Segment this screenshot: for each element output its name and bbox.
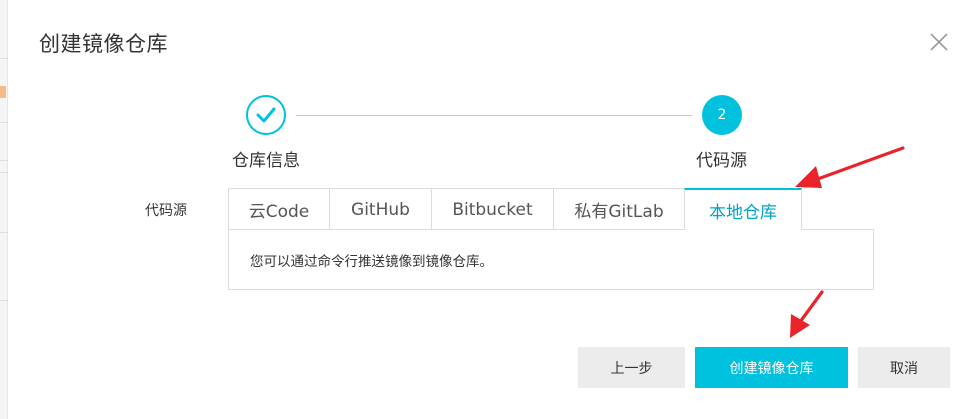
tab-panel: 您可以通过命令行推送镜像到镜像仓库。 xyxy=(228,229,874,290)
tab-private-gitlab[interactable]: 私有GitLab xyxy=(553,188,685,230)
check-icon xyxy=(256,107,276,123)
source-tabs: 云Code GitHub Bitbucket 私有GitLab 本地仓库 xyxy=(228,188,802,230)
step-2-label: 代码源 xyxy=(696,151,747,171)
step-1-indicator xyxy=(246,95,286,135)
panel-description: 您可以通过命令行推送镜像到镜像仓库。 xyxy=(250,254,493,270)
previous-step-button[interactable]: 上一步 xyxy=(578,347,685,388)
annotation-arrow-to-tab xyxy=(795,146,905,188)
tab-bitbucket[interactable]: Bitbucket xyxy=(431,188,554,230)
cancel-button[interactable]: 取消 xyxy=(858,347,950,388)
close-icon[interactable] xyxy=(928,31,950,53)
annotation-arrow-to-create xyxy=(790,290,824,338)
step-connector xyxy=(296,115,692,116)
background-page-edge xyxy=(0,0,8,419)
tab-cloud-code[interactable]: 云Code xyxy=(228,188,330,230)
step-1-label: 仓库信息 xyxy=(232,151,300,171)
tab-local-repo[interactable]: 本地仓库 xyxy=(684,188,802,230)
create-repo-button[interactable]: 创建镜像仓库 xyxy=(695,347,848,388)
source-field-label: 代码源 xyxy=(145,203,187,219)
step-2-indicator: 2 xyxy=(702,95,742,135)
dialog-title: 创建镜像仓库 xyxy=(39,32,168,56)
tab-github[interactable]: GitHub xyxy=(329,188,432,230)
